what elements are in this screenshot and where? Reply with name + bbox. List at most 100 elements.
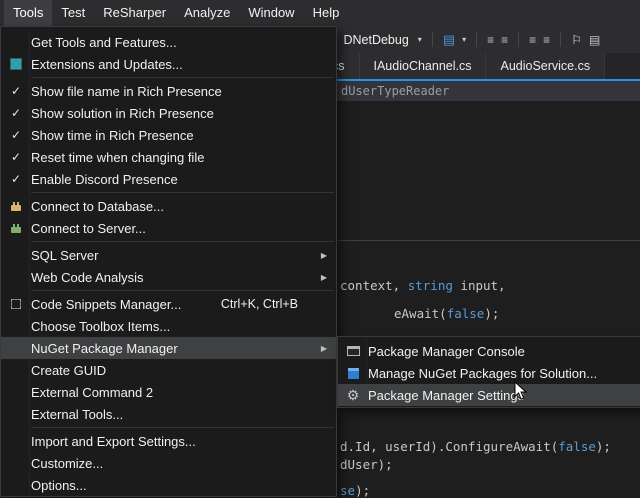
menu-item-options[interactable]: Options... [1, 474, 336, 496]
menu-item-manage-nuget-packages-solution[interactable]: Manage NuGet Packages for Solution... [338, 362, 640, 384]
code-token: se [340, 483, 355, 498]
attach-dropdown-icon[interactable]: ▾ [462, 36, 466, 44]
menu-separator [31, 241, 334, 242]
toolbar-separator [476, 32, 477, 47]
menu-item-enable-discord-presence[interactable]: ✓ Enable Discord Presence [1, 168, 336, 190]
step-over-icon[interactable]: ≡ [487, 34, 494, 46]
menu-item-choose-toolbox-items[interactable]: Choose Toolbox Items... [1, 315, 336, 337]
menu-item-external-command-2[interactable]: External Command 2 [1, 381, 336, 403]
menu-item-connect-to-server[interactable]: Connect to Server... [1, 217, 336, 239]
checkmark-icon: ✓ [11, 150, 21, 164]
menu-item-web-code-analysis[interactable]: Web Code Analysis ▶ [1, 266, 336, 288]
toolbar-separator [560, 32, 561, 47]
toolbar-separator [518, 32, 519, 47]
code-token: ); [484, 306, 499, 321]
submenu-arrow-icon: ▶ [321, 251, 327, 260]
code-token: eAwait( [394, 306, 447, 321]
menu-item-label: Customize... [31, 456, 336, 471]
menubar-item-window[interactable]: Window [239, 0, 303, 26]
attach-process-icon[interactable]: ▤ [443, 33, 455, 46]
menu-item-code-snippets-manager[interactable]: Code Snippets Manager... Ctrl+K, Ctrl+B [1, 293, 336, 315]
menubar-item-tools[interactable]: Tools [4, 0, 52, 26]
menu-item-label: Get Tools and Features... [31, 35, 336, 50]
menu-item-label: Manage NuGet Packages for Solution... [368, 366, 640, 381]
menu-item-connect-to-database[interactable]: Connect to Database... [1, 195, 336, 217]
menu-item-create-guid[interactable]: Create GUID [1, 359, 336, 381]
menu-item-label: Package Manager Settings [368, 388, 640, 403]
menu-item-package-manager-settings[interactable]: ⚙ Package Manager Settings [338, 384, 640, 406]
connect-database-icon [11, 205, 21, 211]
package-icon [348, 368, 359, 379]
menu-item-external-tools[interactable]: External Tools... [1, 403, 336, 425]
tab-iaudiochannel[interactable]: IAudioChannel.cs [360, 53, 487, 79]
menu-item-extensions-and-updates[interactable]: Extensions and Updates... [1, 53, 336, 75]
submenu-arrow-icon: ▶ [321, 273, 327, 282]
menu-item-label: Choose Toolbox Items... [31, 319, 336, 334]
menu-item-get-tools-and-features[interactable]: Get Tools and Features... [1, 31, 336, 53]
menubar-item-help[interactable]: Help [304, 0, 349, 26]
extensions-icon [10, 58, 22, 70]
menu-item-label: Web Code Analysis [31, 270, 336, 285]
menubar-item-resharper[interactable]: ReSharper [94, 0, 175, 26]
menu-item-reset-time-changing-file[interactable]: ✓ Reset time when changing file [1, 146, 336, 168]
gear-icon: ⚙ [347, 388, 360, 402]
menu-item-label: SQL Server [31, 248, 336, 263]
code-token: input, [453, 278, 506, 293]
code-token: ); [596, 439, 611, 454]
debug-target-label[interactable]: DNetDebug [343, 33, 408, 47]
menu-item-label: Code Snippets Manager... [31, 297, 221, 312]
step-into-icon[interactable]: ≡ [501, 34, 508, 46]
code-line-5: se); [340, 483, 370, 498]
menu-item-label: Show time in Rich Presence [31, 128, 336, 143]
menu-item-label: Create GUID [31, 363, 336, 378]
menu-separator [31, 192, 334, 193]
menu-item-label: External Tools... [31, 407, 336, 422]
menu-item-show-file-name-rich-presence[interactable]: ✓ Show file name in Rich Presence [1, 80, 336, 102]
menu-separator [31, 290, 334, 291]
code-token: dUser); [340, 457, 393, 472]
menu-item-show-time-rich-presence[interactable]: ✓ Show time in Rich Presence [1, 124, 336, 146]
menu-item-label: External Command 2 [31, 385, 336, 400]
console-icon [347, 346, 360, 356]
menu-item-shortcut: Ctrl+K, Ctrl+B [221, 297, 298, 311]
menu-item-label: NuGet Package Manager [31, 341, 336, 356]
menu-item-nuget-package-manager[interactable]: NuGet Package Manager ▶ [1, 337, 336, 359]
code-line-2: eAwait(false); [394, 306, 499, 321]
menu-item-label: Connect to Server... [31, 221, 336, 236]
code-token: false [558, 439, 596, 454]
code-line-4: dUser); [340, 457, 393, 472]
menu-item-sql-server[interactable]: SQL Server ▶ [1, 244, 336, 266]
increase-indent-icon[interactable]: ≡ [543, 34, 550, 46]
debug-target-dropdown-icon[interactable]: ▾ [418, 36, 422, 44]
menu-item-label: Show solution in Rich Presence [31, 106, 336, 121]
code-token: d.Id, userId).ConfigureAwait( [340, 439, 558, 454]
nuget-submenu: Package Manager Console Manage NuGet Pac… [337, 336, 640, 408]
menu-item-label: Options... [31, 478, 336, 493]
menu-item-label: Show file name in Rich Presence [31, 84, 336, 99]
menu-bar: Tools Test ReSharper Analyze Window Help [0, 0, 640, 26]
tools-menu: Get Tools and Features... Extensions and… [0, 26, 337, 497]
code-token: string [408, 278, 453, 293]
menu-item-label: Reset time when changing file [31, 150, 336, 165]
task-list-icon[interactable]: ▤ [589, 34, 600, 46]
tab-audioservice[interactable]: AudioService.cs [486, 53, 605, 79]
checkmark-icon: ✓ [11, 106, 21, 120]
menu-separator [31, 77, 334, 78]
code-token: ); [355, 483, 370, 498]
code-token: context, [340, 278, 408, 293]
bookmark-icon[interactable]: ⚐ [571, 34, 582, 46]
menu-item-show-solution-rich-presence[interactable]: ✓ Show solution in Rich Presence [1, 102, 336, 124]
menu-item-customize[interactable]: Customize... [1, 452, 336, 474]
code-snippets-icon [11, 299, 21, 309]
menubar-item-analyze[interactable]: Analyze [175, 0, 239, 26]
menu-item-package-manager-console[interactable]: Package Manager Console [338, 340, 640, 362]
menu-item-label: Connect to Database... [31, 199, 336, 214]
menu-item-import-export-settings[interactable]: Import and Export Settings... [1, 430, 336, 452]
menu-item-label: Import and Export Settings... [31, 434, 336, 449]
code-line-1: context, string input, [340, 278, 506, 293]
checkmark-icon: ✓ [11, 128, 21, 142]
code-token: false [447, 306, 485, 321]
menu-item-label: Extensions and Updates... [31, 57, 336, 72]
decrease-indent-icon[interactable]: ≡ [529, 34, 536, 46]
menubar-item-test[interactable]: Test [52, 0, 94, 26]
